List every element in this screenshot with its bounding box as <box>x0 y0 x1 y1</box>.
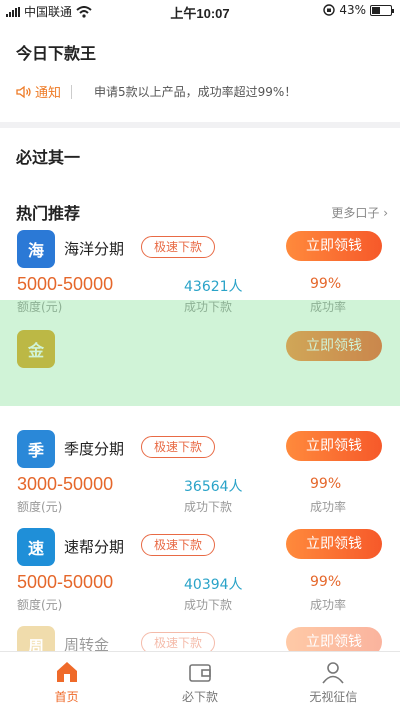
downloads-label: 成功下款 <box>184 500 233 514</box>
must-section: 必过其一 <box>0 128 400 180</box>
downloads-label: 成功下款 <box>184 598 233 612</box>
product-logo-icon: 海 <box>17 230 55 268</box>
product-row[interactable]: 速速帮分期 极速下款 立即领钱 5000-50000 额度(元) 40394人 成功下款 99… <box>0 528 400 626</box>
product-logo-icon: 速 <box>17 528 55 566</box>
user-icon <box>322 662 344 684</box>
chevron-right-icon: › <box>383 205 388 220</box>
tab-home-label: 首页 <box>54 690 79 704</box>
top-section: 今日下款王 通知 申请5款以上产品，成功率超过99%！ <box>0 22 400 122</box>
rotation-lock-icon <box>323 4 336 16</box>
tab-no-credit-label: 无视征信 <box>309 690 358 704</box>
product-name: 季度分期 <box>64 440 125 458</box>
success-rate: 99% <box>310 276 342 292</box>
amount-range: 3000-50000 <box>17 474 114 494</box>
speed-badge: 极速下款 <box>141 534 216 556</box>
get-money-button[interactable]: 立即领钱 <box>286 431 382 461</box>
more-link[interactable]: 更多口子 › <box>331 204 388 221</box>
amount-range: 5000-50000 <box>17 572 114 592</box>
get-money-button[interactable]: 立即领钱 <box>286 231 382 261</box>
download-count: 40394人 <box>184 577 243 593</box>
home-icon <box>56 662 77 682</box>
get-money-button[interactable]: 立即领钱 <box>286 529 382 559</box>
notice-text: 申请5款以上产品，成功率超过99%！ <box>94 85 297 99</box>
product-row[interactable]: 季季度分期 极速下款 立即领钱 3000-50000 额度(元) 36564人 成功下款 99… <box>0 430 400 528</box>
tab-home[interactable]: 首页 <box>0 652 133 711</box>
page-title: 今日下款王 <box>16 44 97 63</box>
amount-label: 额度(元) <box>17 500 63 514</box>
success-rate: 99% <box>310 476 342 492</box>
tab-bar: 首页 必下款 无视征信 <box>0 651 400 711</box>
product-logo-icon: 季 <box>17 430 55 468</box>
must-title: 必过其一 <box>16 148 81 167</box>
tab-must-loan[interactable]: 必下款 <box>133 652 266 711</box>
notice-label: 通知 <box>35 86 62 101</box>
more-link-label: 更多口子 <box>331 205 380 220</box>
speed-badge: 极速下款 <box>141 436 216 458</box>
notice-bar[interactable]: 通知 申请5款以上产品，成功率超过99%！ <box>16 82 296 101</box>
tab-must-loan-label: 必下款 <box>181 690 218 704</box>
battery-icon <box>370 4 394 16</box>
speed-badge: 极速下款 <box>141 236 216 258</box>
hot-section: 热门推荐 更多口子 › 海海洋分期 极速下款 立即领钱 5000-50000 额度(元)… <box>0 180 400 660</box>
notice-divider <box>71 84 73 99</box>
success-rate: 99% <box>310 574 342 590</box>
amount-label: 额度(元) <box>17 598 63 612</box>
download-count: 36564人 <box>184 479 243 495</box>
wallet-icon <box>189 664 211 682</box>
rate-label: 成功率 <box>310 500 347 514</box>
product-name: 海洋分期 <box>64 240 125 258</box>
tab-no-credit[interactable]: 无视征信 <box>267 652 400 711</box>
product-name: 速帮分期 <box>64 538 125 556</box>
status-bar: 中国联通 上午10:07 43% <box>0 0 400 22</box>
battery-percent: 43% <box>339 3 366 17</box>
rate-label: 成功率 <box>310 598 347 612</box>
download-count: 43621人 <box>184 279 243 295</box>
speaker-icon <box>16 85 31 98</box>
amount-range: 5000-50000 <box>17 274 114 294</box>
hot-title: 热门推荐 <box>16 204 81 223</box>
watermark-overlay <box>0 300 400 406</box>
